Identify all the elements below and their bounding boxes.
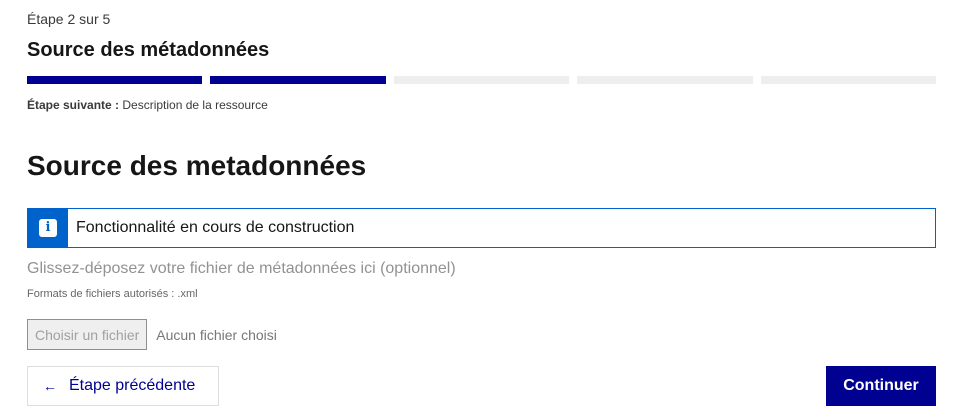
step-counter: Étape 2 sur 5 (27, 11, 111, 27)
choose-file-button[interactable]: Choisir un fichier (27, 319, 148, 350)
page-title: Source des metadonnées (27, 150, 367, 181)
upload-hint: Formats de fichiers autorisés : .xml (27, 288, 198, 300)
step-segment-pending (393, 76, 570, 84)
continue-button[interactable]: Continuer (826, 366, 936, 406)
upload-label: Glissez-déposez votre fichier de métadon… (27, 260, 456, 277)
info-icon: i (39, 219, 57, 237)
step-segment-complete (27, 76, 203, 84)
step-progress-bar (27, 76, 937, 84)
next-step-value: Description de la ressource (122, 98, 268, 112)
notice-text: Fonctionnalité en cours de construction (76, 219, 355, 236)
notice-icon-box: i (28, 209, 68, 247)
step-segment-pending (760, 76, 937, 84)
next-step-info: Étape suivante : Description de la resso… (27, 97, 268, 113)
previous-step-button[interactable]: ← Étape précédente (27, 366, 219, 406)
step-segment-pending (577, 76, 753, 84)
next-step-label: Étape suivante : (27, 98, 120, 112)
step-segment-complete (210, 76, 386, 84)
file-upload: Choisir un fichier Aucun fichier choisi (27, 319, 277, 350)
file-status: Aucun fichier choisi (156, 326, 277, 343)
arrow-left-icon: ← (43, 378, 57, 394)
info-notice: i Fonctionnalité en cours de constructio… (27, 208, 936, 248)
step-title: Source des métadonnées (27, 39, 270, 61)
previous-step-label: Étape précédente (69, 377, 196, 394)
